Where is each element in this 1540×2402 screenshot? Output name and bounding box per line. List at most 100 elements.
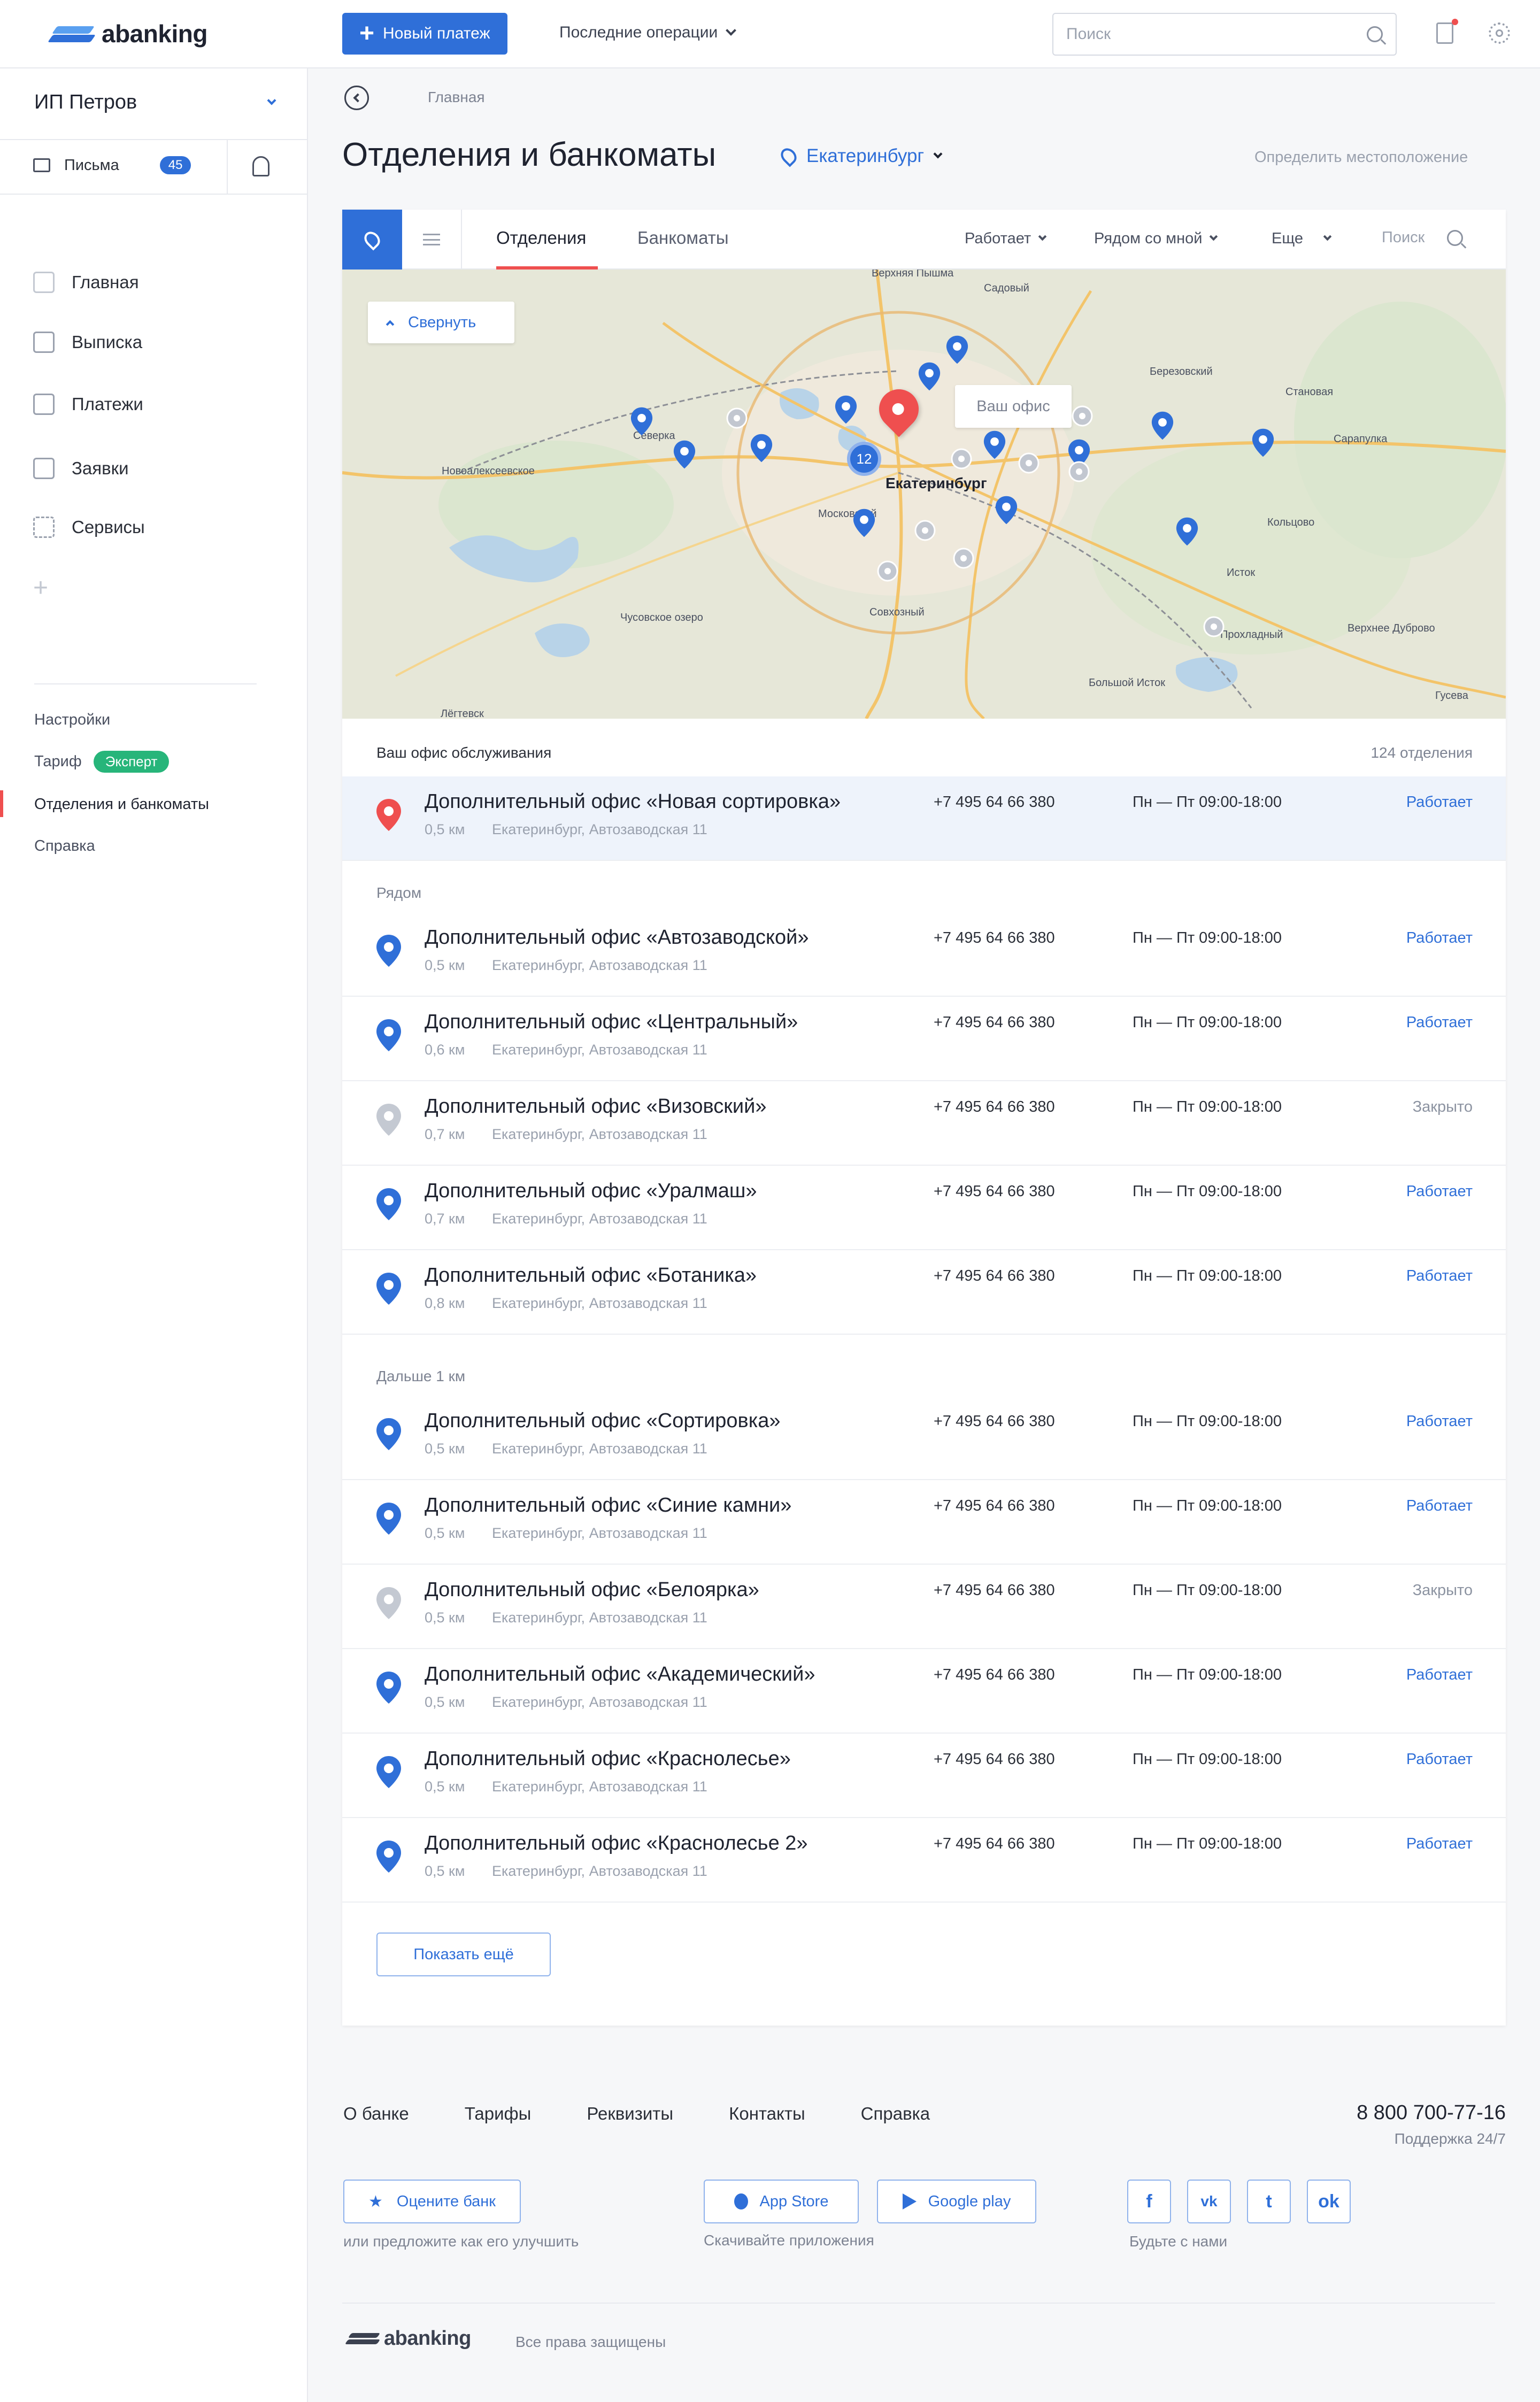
office-phone[interactable]: +7 495 64 66 380 [934,1666,1055,1684]
atm-map-pin-icon[interactable] [1072,405,1093,429]
collapse-map-button[interactable]: Свернуть [368,302,514,343]
footer-link-tariffs[interactable]: Тарифы [465,2104,532,2124]
office-map-pin-icon[interactable] [1175,517,1199,549]
city-selector[interactable]: Екатеринбург [777,145,943,167]
atm-map-pin-icon[interactable] [1018,452,1040,476]
filter-more[interactable]: Еще [1272,230,1332,248]
office-row[interactable]: Дополнительный офис «Академический» 0,5 к… [342,1649,1506,1734]
office-status: Работает [1406,1267,1473,1284]
facebook-icon[interactable]: f [1127,2180,1171,2223]
header-search-input[interactable]: Поиск [1052,13,1397,56]
office-phone[interactable]: +7 495 64 66 380 [934,1497,1055,1515]
support-phone[interactable]: 8 800 700-77-16 [1357,2101,1506,2124]
footer-link-about[interactable]: О банке [343,2104,409,2124]
search-icon[interactable] [1367,26,1383,42]
google-play-button[interactable]: Google play [877,2180,1036,2223]
office-map-pin-icon[interactable] [995,495,1018,528]
app-store-button[interactable]: App Store [704,2180,859,2223]
rate-bank-button[interactable]: ★ Оцените банк [343,2180,521,2223]
help-link[interactable]: Справка [34,837,95,855]
offices-map[interactable]: Свернуть Ваш офис 12 Екатеринбург Березо… [342,270,1506,719]
offices-link[interactable]: Отделения и банкоматы [34,796,209,813]
back-button[interactable] [344,86,369,110]
show-more-button[interactable]: Показать ещё [376,1933,551,1976]
office-phone[interactable]: +7 495 64 66 380 [934,1835,1055,1853]
office-row[interactable]: Дополнительный офис «Ботаника» 0,8 км Екат… [342,1250,1506,1335]
office-map-pin-icon[interactable] [834,395,858,427]
breadcrumb[interactable]: Главная [428,89,485,106]
footer-link-requisites[interactable]: Реквизиты [587,2104,673,2124]
office-phone[interactable]: +7 495 64 66 380 [934,1098,1055,1116]
nav-item-requests[interactable]: Заявки [33,458,129,479]
office-row[interactable]: Дополнительный офис «Синие камни» 0,5 км Е… [342,1480,1506,1565]
office-map-pin-icon[interactable] [673,440,696,472]
office-phone[interactable]: +7 495 64 66 380 [934,1014,1055,1031]
odnoklassniki-icon[interactable]: ok [1307,2180,1351,2223]
office-map-pin-icon[interactable] [630,406,653,439]
office-map-pin-icon[interactable] [983,430,1006,463]
office-row[interactable]: Дополнительный офис «Краснолесье» 0,5 км Е… [342,1734,1506,1818]
filter-working[interactable]: Работает [965,230,1047,248]
office-map-pin-icon[interactable] [945,335,969,367]
recent-operations-dropdown[interactable]: Последние операции [559,24,737,42]
detect-location-link[interactable]: Определить местоположение [1254,149,1468,166]
company-selector[interactable]: ИП Петров [34,91,276,114]
office-row[interactable]: Дополнительный офис «Центральный» 0,6 км Е… [342,997,1506,1081]
atm-map-pin-icon[interactable] [726,407,748,432]
add-icon[interactable]: + [33,573,48,603]
office-row[interactable]: Дополнительный офис «Автозаводской» 0,5 к… [342,912,1506,997]
footer-link-contacts[interactable]: Контакты [729,2104,805,2124]
office-row[interactable]: Дополнительный офис «Уралмаш» 0,7 км Екате… [342,1166,1506,1250]
map-cluster-marker[interactable]: 12 [847,442,881,476]
atm-map-pin-icon[interactable] [877,560,898,584]
map-view-toggle[interactable] [342,210,402,270]
tariff-link[interactable]: Тариф Эксперт [34,751,170,773]
letters-button[interactable]: Письма 45 [33,156,191,174]
footer-logo[interactable]: abanking [343,2327,471,2350]
chevron-up-icon [386,320,395,328]
envelope-icon [33,158,50,172]
office-phone[interactable]: +7 495 64 66 380 [934,929,1055,947]
office-map-pin-icon[interactable] [750,433,773,466]
office-map-pin-icon[interactable] [1251,428,1275,460]
office-map-pin-icon[interactable] [918,361,941,394]
office-row[interactable]: Дополнительный офис «Белоярка» 0,5 км Екат… [342,1565,1506,1649]
list-search[interactable]: Поиск [1382,229,1464,247]
bell-icon[interactable] [252,156,270,176]
settings-link[interactable]: Настройки [34,711,110,729]
office-phone[interactable]: +7 495 64 66 380 [934,1582,1055,1599]
office-phone[interactable]: +7 495 64 66 380 [934,1183,1055,1200]
office-phone[interactable]: +7 495 64 66 380 [934,1267,1055,1285]
gear-icon[interactable] [1489,22,1510,44]
tab-atms[interactable]: Банкоматы [637,228,729,248]
office-phone[interactable]: +7 495 64 66 380 [934,1413,1055,1430]
new-payment-button[interactable]: + Новый платеж [342,13,507,55]
twitter-icon[interactable]: t [1247,2180,1291,2223]
nav-item-home[interactable]: Главная [33,272,139,293]
atm-map-pin-icon[interactable] [951,448,972,472]
atm-map-pin-icon[interactable] [953,548,974,572]
footer-link-help[interactable]: Справка [861,2104,930,2124]
office-map-pin-icon[interactable] [852,508,876,541]
nav-item-payments[interactable]: Платежи [33,394,143,415]
tab-offices[interactable]: Отделения [496,228,586,248]
office-row[interactable]: Дополнительный офис «Новая сортировка» 0,… [342,776,1506,861]
nav-item-statement[interactable]: Выписка [33,332,142,353]
logo[interactable]: abanking [46,19,207,48]
office-row[interactable]: Дополнительный офис «Визовский» 0,7 км Ека… [342,1081,1506,1166]
list-view-toggle[interactable] [402,210,462,270]
office-phone[interactable]: +7 495 64 66 380 [934,1751,1055,1768]
atm-map-pin-icon[interactable] [1068,461,1090,485]
office-row[interactable]: Дополнительный офис «Сортировка» 0,5 км Ек… [342,1396,1506,1480]
filter-near-me[interactable]: Рядом со мной [1094,230,1218,248]
atm-map-pin-icon[interactable] [914,520,936,544]
atm-map-pin-icon[interactable] [1203,616,1225,640]
office-phone[interactable]: +7 495 64 66 380 [934,794,1055,811]
vk-icon[interactable]: vk [1187,2180,1231,2223]
calendar-icon[interactable] [1436,19,1458,44]
document-icon [33,458,55,479]
office-map-pin-icon[interactable] [1151,411,1174,443]
office-hours: Пн — Пт 09:00-18:00 [1133,794,1282,811]
nav-item-services[interactable]: Сервисы [33,517,145,538]
office-row[interactable]: Дополнительный офис «Краснолесье 2» 0,5 к… [342,1818,1506,1903]
